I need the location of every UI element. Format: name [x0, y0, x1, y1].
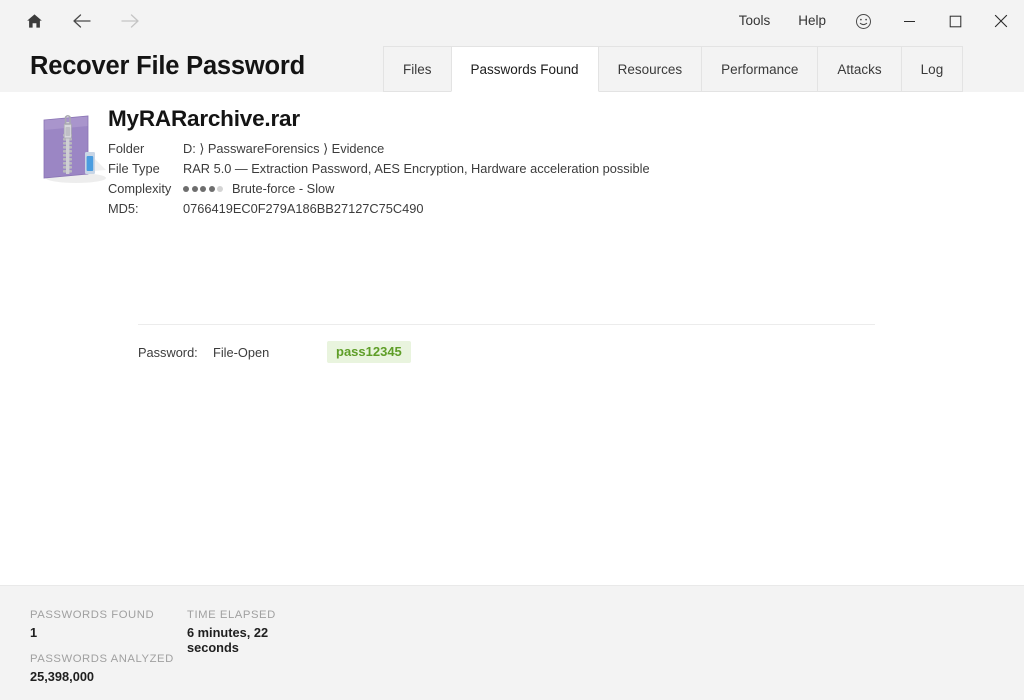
- meta-value-complexity: Brute-force - Slow: [183, 181, 650, 201]
- password-type: File-Open: [213, 344, 270, 360]
- forward-button[interactable]: [116, 7, 144, 35]
- status-bar: PASSWORDS FOUND 1 PASSWORDS ANALYZED 25,…: [0, 585, 1024, 700]
- complexity-dot-empty: [217, 186, 223, 192]
- content-area: MyRARarchive.rar Folder D: ⟩ PasswareFor…: [0, 92, 1024, 585]
- passwords-found-label: PASSWORDS FOUND: [30, 609, 155, 621]
- page-title: Recover File Password: [30, 52, 306, 80]
- meta-label-filetype: File Type: [108, 161, 160, 176]
- complexity-rating-dots: [183, 186, 223, 192]
- tab-passwords-found[interactable]: Passwords Found: [450, 46, 599, 92]
- file-name: MyRARarchive.rar: [108, 106, 300, 131]
- meta-label-folder: Folder: [108, 141, 145, 156]
- home-icon: [25, 12, 44, 31]
- file-metadata-table: Folder D: ⟩ PasswareForensics ⟩ Evidence…: [108, 141, 650, 221]
- complexity-dot-filled: [208, 186, 215, 192]
- complexity-dot-filled: [200, 186, 206, 192]
- status-spacer: [30, 640, 180, 653]
- titlebar-right-group: Tools Help: [725, 0, 1024, 42]
- tab-resources[interactable]: Resources: [597, 46, 703, 92]
- passwords-analyzed-label: PASSWORDS ANALYZED: [30, 653, 174, 665]
- back-button[interactable]: [68, 7, 96, 35]
- file-summary: MyRARarchive.rar Folder D: ⟩ PasswareFor…: [0, 106, 1024, 221]
- meta-row-filetype: File Type RAR 5.0 — Extraction Password,…: [108, 161, 650, 181]
- password-label: Password:: [138, 344, 198, 360]
- file-icon-wrapper: [0, 106, 108, 221]
- passwords-analyzed-value: 25,398,000: [30, 669, 95, 684]
- complexity-text: Brute-force - Slow: [232, 181, 335, 196]
- time-elapsed-value: 6 minutes, 22 seconds: [187, 625, 269, 655]
- application-window: Tools Help Recover File Password Files P…: [0, 0, 1024, 700]
- forward-arrow-icon: [119, 12, 141, 30]
- home-button[interactable]: [20, 7, 48, 35]
- complexity-dot-filled: [191, 186, 198, 192]
- tab-log[interactable]: Log: [900, 46, 964, 92]
- navigation-group: [0, 7, 144, 35]
- meta-label-md5: MD5:: [108, 201, 139, 216]
- title-bar: Tools Help: [0, 0, 1024, 42]
- meta-value-md5: 0766419EC0F279A186BB27127C75C490: [183, 201, 424, 216]
- tab-attacks[interactable]: Attacks: [817, 46, 902, 92]
- tab-files[interactable]: Files: [383, 46, 452, 92]
- feedback-button[interactable]: [840, 0, 886, 42]
- back-arrow-icon: [71, 12, 93, 30]
- section-divider: [138, 324, 875, 325]
- meta-label-complexity: Complexity: [108, 181, 172, 196]
- meta-row-complexity: Complexity Brute-force - Slow: [108, 181, 650, 201]
- status-passwords-group: PASSWORDS FOUND 1 PASSWORDS ANALYZED 25,…: [30, 609, 180, 684]
- minimize-icon: [903, 15, 916, 28]
- rar-archive-icon: [36, 114, 108, 190]
- meta-value-filetype: RAR 5.0 — Extraction Password, AES Encry…: [183, 161, 650, 176]
- meta-value-folder: D: ⟩ PasswareForensics ⟩ Evidence: [183, 141, 385, 156]
- close-button[interactable]: [978, 0, 1024, 42]
- complexity-dot-filled: [183, 186, 189, 192]
- status-time-group: TIME ELAPSED 6 minutes, 22 seconds: [187, 609, 337, 655]
- tab-performance[interactable]: Performance: [701, 46, 819, 92]
- close-icon: [994, 14, 1008, 28]
- password-result-row: Password: File-Open pass12345: [138, 341, 411, 363]
- app-header: Recover File Password Files Passwords Fo…: [0, 42, 1024, 92]
- meta-row-md5: MD5: 0766419EC0F279A186BB27127C75C490: [108, 201, 650, 221]
- passwords-found-value: 1: [30, 625, 38, 640]
- file-details: MyRARarchive.rar Folder D: ⟩ PasswareFor…: [108, 106, 650, 221]
- maximize-icon: [949, 15, 962, 28]
- menu-help[interactable]: Help: [784, 0, 840, 42]
- menu-tools[interactable]: Tools: [725, 0, 785, 42]
- tab-bar: Files Passwords Found Resources Performa…: [383, 46, 964, 92]
- maximize-button[interactable]: [932, 0, 978, 42]
- recovered-password-value[interactable]: pass12345: [327, 341, 411, 363]
- meta-row-folder: Folder D: ⟩ PasswareForensics ⟩ Evidence: [108, 141, 650, 161]
- smiley-icon: [855, 13, 872, 30]
- minimize-button[interactable]: [886, 0, 932, 42]
- time-elapsed-label: TIME ELAPSED: [187, 609, 276, 621]
